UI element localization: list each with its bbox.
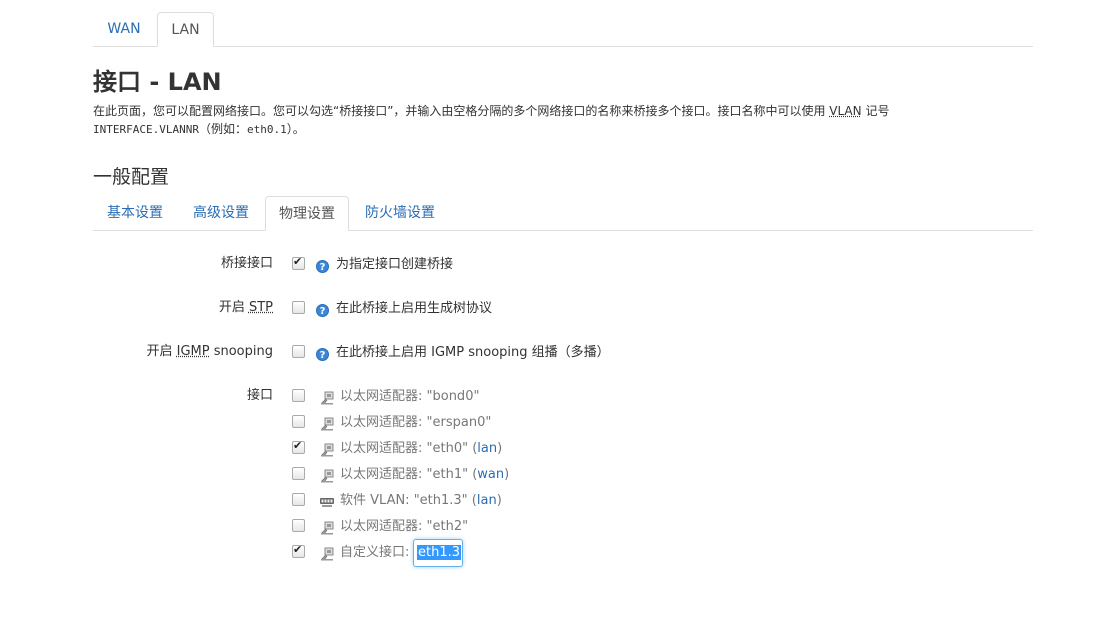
interface-checkbox-bond0[interactable] [292,389,305,402]
interface-checkbox-eth1[interactable] [292,467,305,480]
interface-label-eth2: 以太网适配器: "eth2" [340,519,469,534]
stp-label: 开启 STP [218,300,273,315]
custom-interface-value: eth1.3 [417,545,462,560]
stp-help-text: 在此桥接上启用生成树协议 [336,301,493,316]
settings-tabs: 基本设置 高级设置 物理设置 防火墙设置 [93,196,1033,231]
interface-checkbox-erspan0[interactable] [292,415,305,428]
help-icon: ? [316,348,329,361]
zone-link-wan[interactable]: wan [477,467,504,482]
ethernet-icon [321,521,334,535]
tab-wan[interactable]: WAN [93,12,155,46]
ethernet-icon [321,443,334,457]
description-line-1: 在此页面，您可以配置网络接口。您可以勾选“桥接接口”，并输入由空格分隔的多个网络… [93,104,890,118]
section-title: 一般配置 [93,166,170,188]
ethernet-icon [321,417,334,431]
interface-label-eth0: 以太网适配器: "eth0" (lan) [340,441,503,456]
page-description: 在此页面，您可以配置网络接口。您可以勾选“桥接接口”，并输入由空格分隔的多个网络… [93,102,889,139]
stp-checkbox[interactable] [292,301,305,314]
tab-physical-settings[interactable]: 物理设置 [265,196,349,231]
top-tabs: WAN LAN [93,12,1033,47]
interface-checkbox-eth1-3[interactable] [292,493,305,506]
interface-label-erspan0: 以太网适配器: "erspan0" [340,415,492,430]
tab-advanced-settings[interactable]: 高级设置 [179,196,263,230]
vlan-abbr: VLAN [829,104,862,118]
zone-link-lan[interactable]: lan [477,493,497,508]
igmp-checkbox[interactable] [292,345,305,358]
custom-interface-label: 自定义接口: [340,545,410,560]
custom-interface-input[interactable]: eth1.3 [413,539,463,567]
zone-link-lan[interactable]: lan [477,441,497,456]
tab-basic-settings[interactable]: 基本设置 [93,196,177,230]
vlan-icon [320,498,334,507]
bridge-checkbox[interactable] [292,255,305,270]
bridge-help-text: 为指定接口创建桥接 [336,257,454,272]
tab-lan[interactable]: LAN [157,12,214,47]
tab-firewall-settings[interactable]: 防火墙设置 [351,196,449,230]
interface-checkbox-eth0[interactable] [292,439,305,454]
page-title: 接口 - LAN [93,68,222,96]
custom-interface-checkbox[interactable] [292,543,305,558]
ethernet-icon [321,547,334,561]
interfaces-label: 接口 [246,388,273,403]
bridge-label: 桥接接口 [220,256,273,271]
interface-checkbox-eth2[interactable] [292,519,305,532]
help-icon: ? [316,260,329,273]
description-line-2: INTERFACE.VLANNR（例如：eth0.1）。 [93,122,305,136]
interface-label-eth1: 以太网适配器: "eth1" (wan) [340,467,510,482]
igmp-help-text: 在此桥接上启用 IGMP snooping 组播（多播） [336,345,610,360]
interface-label-eth1-3: 软件 VLAN: "eth1.3" (lan) [340,493,502,508]
interface-label-bond0: 以太网适配器: "bond0" [340,389,480,404]
ethernet-icon [321,469,334,483]
help-icon: ? [316,304,329,317]
ethernet-icon [321,391,334,405]
igmp-label: 开启 IGMP snooping [146,344,273,359]
